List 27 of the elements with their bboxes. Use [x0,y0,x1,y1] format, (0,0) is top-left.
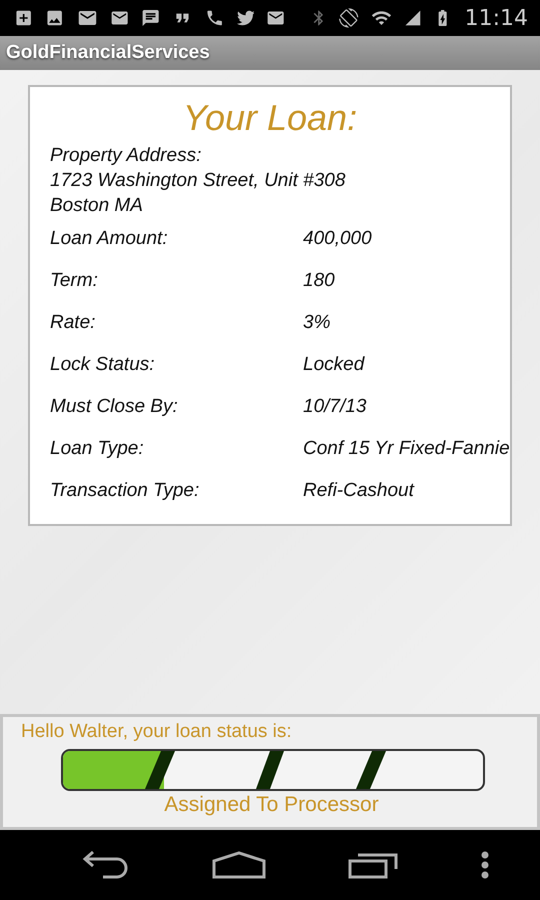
greeting-text: Hello Walter, your loan status is: [21,721,293,743]
field-label: Loan Amount: [50,228,169,250]
back-icon[interactable] [81,851,130,879]
address-line: Boston MA [50,194,144,218]
field-value: 10/7/13 [303,396,366,418]
field-value: 3% [303,312,330,334]
field-label: Must Close By: [50,396,179,418]
field-value: 400,000 [303,228,372,250]
field-value: Conf 15 Yr Fixed-Fannie [303,438,510,460]
home-icon[interactable] [212,851,266,879]
address-line: 1723 Washington Street, Unit #308 [50,169,346,193]
address-label: Property Address: [50,144,202,168]
field-label: Lock Status: [50,354,156,376]
card-title: Your Loan: [182,97,358,139]
field-label: Term: [50,270,99,292]
recent-apps-icon[interactable] [348,851,398,879]
clock-time: 11:14 [464,6,528,30]
more-icon[interactable] [480,851,489,879]
field-value: Refi-Cashout [303,480,414,502]
app-title: GoldFinancialServices [6,42,210,64]
field-label: Loan Type: [50,438,145,460]
field-value: Locked [303,354,364,376]
field-value: 180 [303,270,335,292]
field-label: Rate: [50,312,96,334]
field-label: Transaction Type: [50,480,200,502]
rotation-icon [339,6,359,30]
status-text: Assigned To Processor [163,793,380,817]
